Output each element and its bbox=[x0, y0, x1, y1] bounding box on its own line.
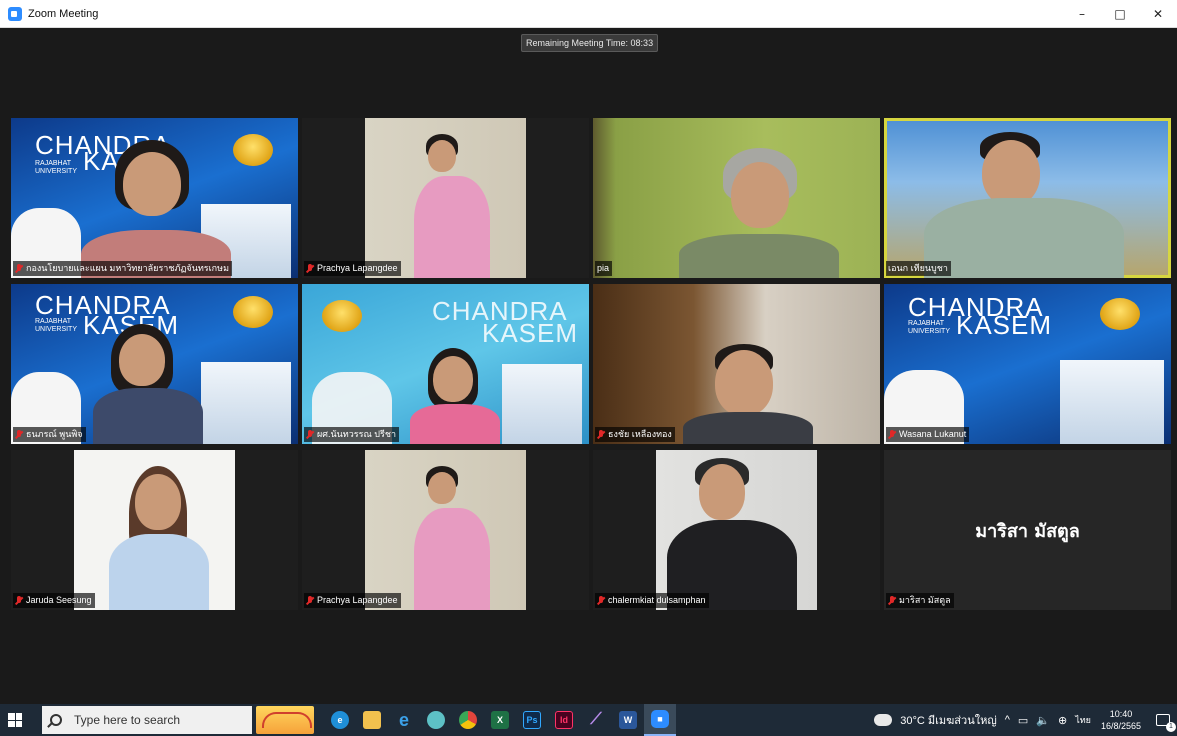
brand-subtext: RAJABHAT UNIVERSITY bbox=[35, 160, 78, 175]
zoom-icon[interactable]: ■ bbox=[644, 704, 676, 736]
participant-tile[interactable]: CHANDRA RAJABHATUNIVERSITY KASEM กองนโยบ… bbox=[11, 118, 298, 278]
brand-logo-text-second: KASEM bbox=[482, 318, 579, 348]
file-explorer-icon[interactable] bbox=[356, 704, 388, 736]
clock[interactable]: 10:40 16/8/2565 bbox=[1101, 708, 1141, 732]
maximize-button[interactable]: □ bbox=[1101, 0, 1139, 28]
system-tray: 30°C มีเมฆส่วนใหญ่ ^ ▭ 🔈 ⊕ ไทย 10:40 16/… bbox=[874, 704, 1177, 736]
mic-muted-icon bbox=[306, 429, 314, 440]
search-icon bbox=[50, 714, 62, 726]
anniversary-badge-icon bbox=[322, 300, 362, 332]
volume-icon[interactable]: 🔈 bbox=[1036, 714, 1050, 727]
mic-muted-icon bbox=[888, 595, 896, 606]
minimize-button[interactable]: – bbox=[1063, 0, 1101, 28]
taskbar-search-box[interactable]: Type here to search bbox=[42, 706, 252, 734]
brand-logo-text-second: KASEM bbox=[956, 310, 1053, 340]
zoom-app-icon bbox=[8, 6, 22, 21]
language-indicator[interactable]: ไทย bbox=[1075, 713, 1091, 727]
mic-muted-icon bbox=[15, 429, 23, 440]
edge-icon[interactable]: e bbox=[324, 704, 356, 736]
taskbar: Type here to search e e X Ps Id ⟋ W ■ 30… bbox=[0, 704, 1177, 736]
excel-icon[interactable]: X bbox=[484, 704, 516, 736]
paint-icon[interactable] bbox=[420, 704, 452, 736]
meeting-view: Remaining Meeting Time: 08:33 CHANDRA RA… bbox=[0, 28, 1177, 704]
participant-name-tag: ผศ.นันทวรรณ ปรีชา bbox=[304, 427, 400, 442]
windows-logo-icon bbox=[8, 713, 22, 727]
anniversary-badge-icon bbox=[233, 134, 273, 166]
participant-name-tag: ธนภรณ์ พูนพิจ bbox=[13, 427, 86, 442]
participant-display-name: มาริสา มัสตูล bbox=[975, 520, 1080, 542]
participant-name-tag: Wasana Lukanut bbox=[886, 427, 970, 442]
window-title: Zoom Meeting bbox=[28, 7, 99, 20]
chrome-icon[interactable] bbox=[452, 704, 484, 736]
participant-tile[interactable]: ธงชัย เหลืองทอง bbox=[593, 284, 880, 444]
participant-name-tag: มาริสา มัสตูล bbox=[886, 593, 954, 608]
indesign-icon[interactable]: Id bbox=[548, 704, 580, 736]
participant-name-tag: Prachya Lapangdee bbox=[304, 593, 401, 608]
building-illustration bbox=[201, 362, 291, 444]
window-controls: – □ ✕ bbox=[1063, 0, 1177, 28]
mic-muted-icon bbox=[306, 263, 314, 274]
participant-name-tag: Prachya Lapangdee bbox=[304, 261, 401, 276]
mic-muted-icon bbox=[15, 263, 23, 274]
participant-tile[interactable]: chalermkiat dulsamphan bbox=[593, 450, 880, 610]
chevron-up-icon[interactable]: ^ bbox=[1005, 714, 1010, 726]
building-illustration bbox=[502, 364, 582, 444]
title-bar: Zoom Meeting – □ ✕ bbox=[0, 0, 1177, 28]
brand-subtext: RAJABHAT UNIVERSITY bbox=[35, 318, 78, 333]
notification-center-button[interactable] bbox=[1149, 704, 1177, 736]
participant-name-tag: Jaruda Seesung bbox=[13, 593, 95, 608]
brand-subtext: RAJABHAT UNIVERSITY bbox=[908, 320, 951, 335]
participant-tile[interactable]: CHANDRA KASEM ผศ.นันทวรรณ ปรีชา bbox=[302, 284, 589, 444]
participant-tile[interactable]: CHANDRA RAJABHATUNIVERSITY KASEM ธนภรณ์ … bbox=[11, 284, 298, 444]
participant-tile[interactable]: Prachya Lapangdee bbox=[302, 450, 589, 610]
close-button[interactable]: ✕ bbox=[1139, 0, 1177, 28]
ime-icon[interactable]: ⊕ bbox=[1058, 714, 1067, 727]
quill-icon[interactable]: ⟋ bbox=[580, 704, 612, 736]
remaining-time-banner: Remaining Meeting Time: 08:33 bbox=[521, 34, 659, 52]
mic-muted-icon bbox=[888, 429, 896, 440]
anniversary-badge-icon bbox=[1100, 298, 1140, 330]
participant-tile[interactable]: Prachya Lapangdee bbox=[302, 118, 589, 278]
participant-tile[interactable]: pia bbox=[593, 118, 880, 278]
anniversary-badge-icon bbox=[233, 296, 273, 328]
participant-name-tag: กองนโยบายและแผน มหาวิทยาลัยราชภัฏจันทรเก… bbox=[13, 261, 233, 276]
internet-explorer-icon[interactable]: e bbox=[388, 704, 420, 736]
building-illustration bbox=[1060, 360, 1164, 444]
clock-time: 10:40 bbox=[1109, 709, 1133, 719]
notification-icon bbox=[1156, 714, 1176, 732]
mic-muted-icon bbox=[597, 429, 605, 440]
search-placeholder: Type here to search bbox=[74, 713, 181, 727]
network-icon[interactable]: ▭ bbox=[1018, 714, 1028, 727]
participant-name-tag: เอนก เทียนบูชา bbox=[886, 261, 951, 276]
clock-date: 16/8/2565 bbox=[1100, 721, 1141, 731]
mic-muted-icon bbox=[597, 595, 605, 606]
weather-cloud-icon bbox=[874, 709, 893, 726]
participant-tile-active-speaker[interactable]: เอนก เทียนบูชา bbox=[884, 118, 1171, 278]
search-highlight-icon[interactable] bbox=[256, 706, 314, 734]
start-button[interactable] bbox=[0, 704, 30, 736]
participant-name-tag: ธงชัย เหลืองทอง bbox=[595, 427, 675, 442]
mic-muted-icon bbox=[15, 595, 23, 606]
participant-tile[interactable]: Jaruda Seesung bbox=[11, 450, 298, 610]
weather-text[interactable]: 30°C มีเมฆส่วนใหญ่ bbox=[900, 711, 996, 729]
photoshop-icon[interactable]: Ps bbox=[516, 704, 548, 736]
gallery-grid: CHANDRA RAJABHATUNIVERSITY KASEM กองนโยบ… bbox=[11, 118, 1172, 610]
participant-name-tag: pia bbox=[595, 261, 613, 276]
participant-tile[interactable]: CHANDRA RAJABHAT UNIVERSITY KASEM Wasana … bbox=[884, 284, 1171, 444]
word-icon[interactable]: W bbox=[612, 704, 644, 736]
participant-tile-video-off[interactable]: มาริสา มัสตูล มาริสา มัสตูล bbox=[884, 450, 1171, 610]
mic-muted-icon bbox=[306, 595, 314, 606]
participant-name-tag: chalermkiat dulsamphan bbox=[595, 593, 709, 608]
